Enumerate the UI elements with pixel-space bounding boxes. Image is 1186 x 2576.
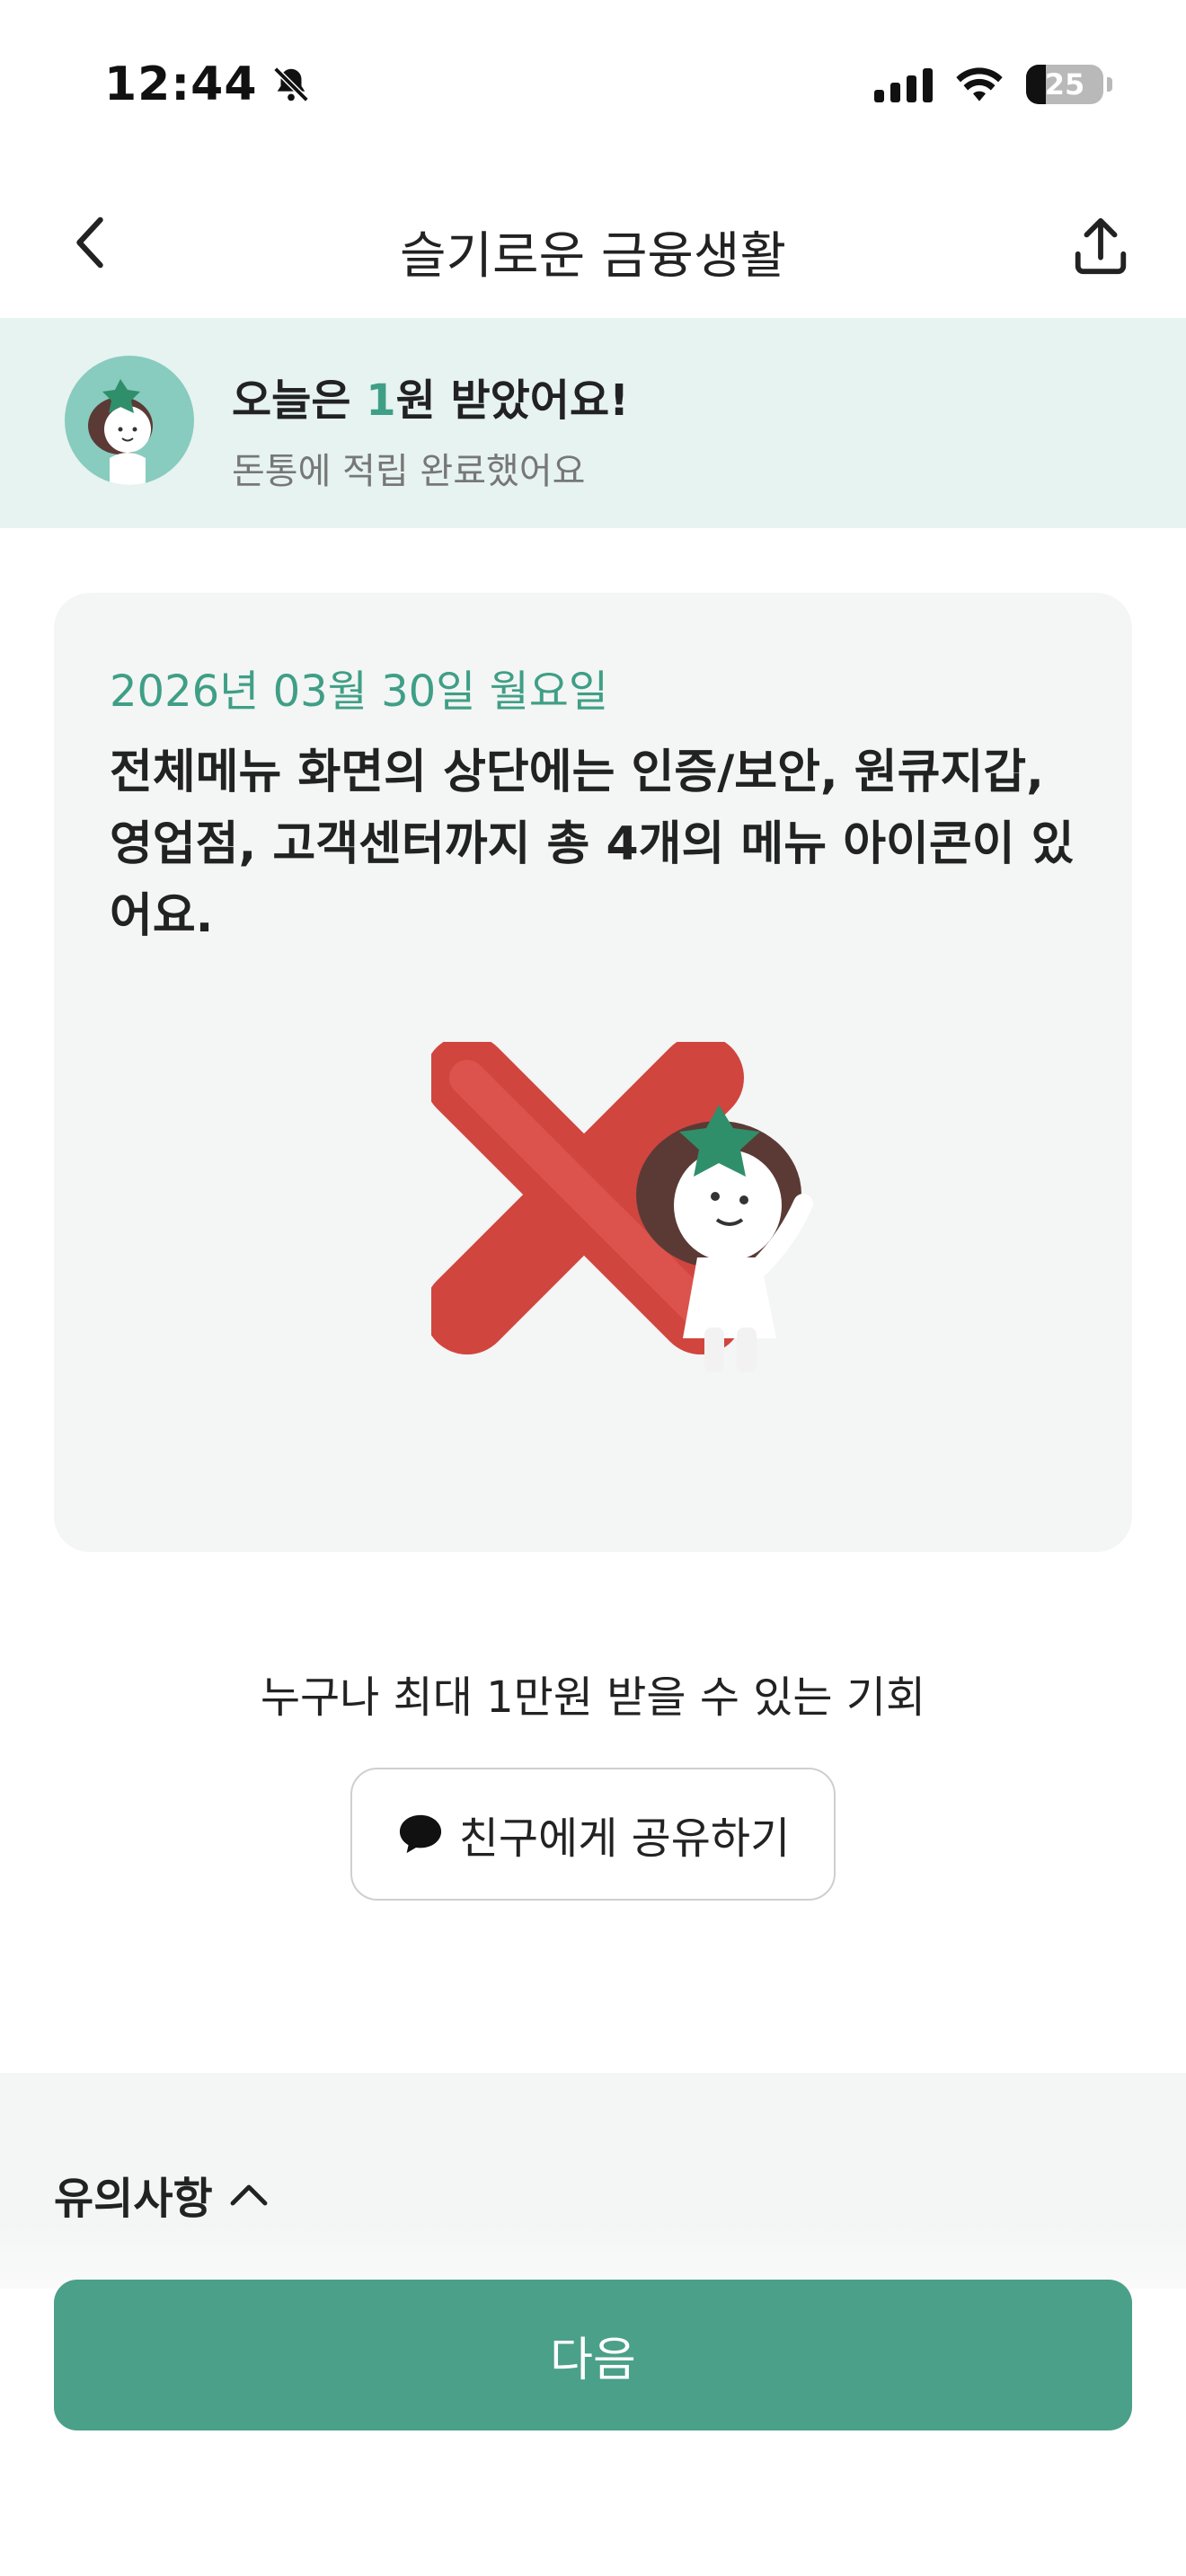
share-with-friend-label: 친구에게 공유하기 <box>458 1813 791 1864</box>
status-time: 12:44 <box>104 57 312 111</box>
status-bar: 12:44 25 <box>0 0 1186 171</box>
share-upload-icon <box>1075 217 1127 275</box>
quiz-date: 2026년 03월 30일 월요일 <box>110 666 609 717</box>
notice-section: 유의사항 <box>0 2073 1186 2289</box>
chevron-up-icon <box>230 2184 268 2206</box>
reward-amount: 1 <box>366 375 396 426</box>
next-button[interactable]: 다음 <box>54 2280 1132 2430</box>
banner-title-suffix: 원 받았어요! <box>395 375 630 426</box>
promo-text: 누구나 최대 1만원 받을 수 있는 기회 <box>260 1672 926 1723</box>
battery-icon: 25 <box>1026 65 1112 104</box>
nav-bar: 슬기로운 금융생활 <box>0 180 1186 305</box>
notice-label: 유의사항 <box>54 2174 213 2224</box>
wrong-answer-illustration <box>424 1035 845 1383</box>
chat-bubble-icon <box>399 1814 441 1854</box>
banner-title: 오늘은 1원 받았어요! <box>232 365 629 428</box>
page-title: 슬기로운 금융생활 <box>400 227 786 286</box>
battery-level: 25 <box>1044 67 1085 101</box>
bell-slash-icon <box>272 66 309 102</box>
mascot-avatar <box>65 356 194 485</box>
status-indicators: 25 <box>874 65 1112 104</box>
share-with-friend-button[interactable]: 친구에게 공유하기 <box>350 1768 836 1901</box>
banner-subtitle: 돈통에 적립 완료했어요 <box>232 451 586 492</box>
share-button[interactable] <box>1060 207 1141 287</box>
quiz-card: 2026년 03월 30일 월요일 전체메뉴 화면의 상단에는 인증/보안, 원… <box>54 593 1132 1552</box>
wifi-icon <box>956 67 1003 101</box>
banner-title-prefix: 오늘은 <box>232 375 367 426</box>
cellular-signal-icon <box>874 66 933 102</box>
banner-text: 오늘은 1원 받았어요! 돈통에 적립 완료했어요 <box>232 365 629 494</box>
notice-toggle[interactable]: 유의사항 <box>54 2163 269 2226</box>
time-text: 12:44 <box>104 57 258 111</box>
quiz-question: 전체메뉴 화면의 상단에는 인증/보안, 원큐지갑, 영업점, 고객센터까지 총… <box>110 745 1075 943</box>
reward-banner: 오늘은 1원 받았어요! 돈통에 적립 완료했어요 <box>0 318 1186 528</box>
